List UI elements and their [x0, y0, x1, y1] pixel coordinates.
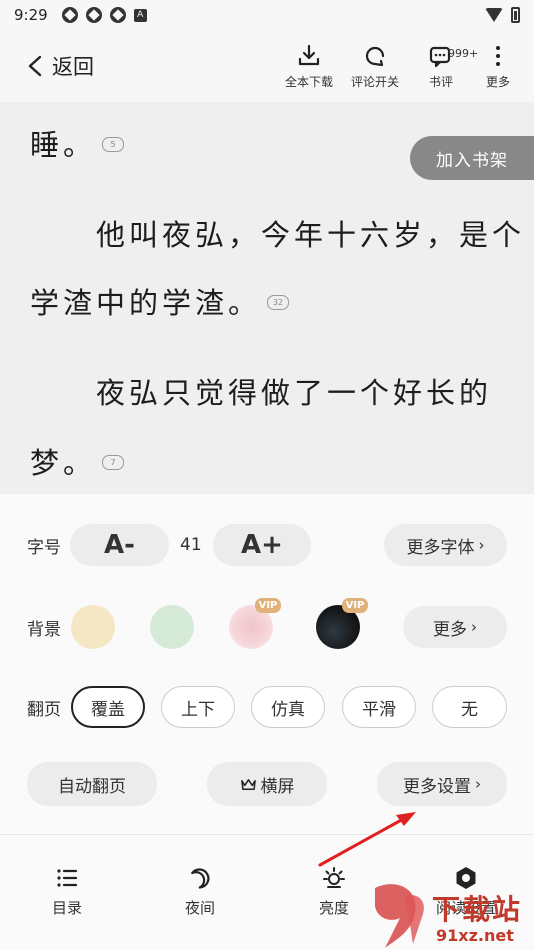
chevron-left-icon [28, 55, 42, 77]
battery-icon [511, 7, 520, 23]
background-swatch-yellow[interactable] [71, 605, 115, 649]
wifi-icon [485, 8, 503, 22]
reading-paragraph: 夜弘只觉得做了一个好长的 [30, 376, 493, 410]
page-turn-option-scroll[interactable]: 上下 [161, 686, 235, 728]
brightness-icon [323, 867, 345, 888]
font-size-row: 字号 A- 41 A+ 更多字体 › [0, 524, 534, 566]
page-turn-option-cover[interactable]: 覆盖 [71, 686, 145, 728]
comment-count-bubble[interactable]: 7 [102, 454, 125, 470]
reading-paragraph: 学渣中的学渣。 32 [30, 280, 290, 322]
font-increase-button[interactable]: A+ [213, 524, 311, 566]
download-all-label: 全本下载 [284, 74, 333, 89]
more-button[interactable]: 更多 [474, 43, 522, 90]
font-size-label: 字号 [27, 537, 61, 558]
status-time: 9:29 [14, 6, 48, 24]
watermark-text: 下载站 [432, 893, 523, 926]
notification-app-icon [85, 7, 102, 23]
nav-toc-label: 目录 [51, 899, 82, 917]
extras-row: 自动翻页 横屏 更多设置 › [0, 762, 534, 806]
reading-paragraph: 梦。 7 [30, 440, 125, 482]
page-turn-row: 翻页 覆盖 上下 仿真 平滑 无 [0, 686, 534, 728]
book-review-button[interactable]: 999+ 书评 [408, 43, 478, 90]
notification-a-icon: A [133, 8, 147, 22]
background-swatch-green[interactable] [150, 605, 194, 649]
book-review-label: 书评 [428, 74, 453, 89]
chevron-right-icon: › [478, 536, 485, 554]
reading-area[interactable]: 睡。 5 他叫夜弘，今年十六岁，是个 学渣中的学渣。 32 夜弘只觉得做了一个好长的… [0, 102, 534, 494]
top-bar: 返回 全本下载 评论开关 999+ 书评 更多 [0, 30, 534, 102]
back-label: 返回 [52, 55, 94, 79]
more-vertical-icon [496, 45, 500, 66]
nav-toc-button[interactable]: 目录 [27, 865, 107, 918]
download-all-button[interactable]: 全本下载 [276, 43, 342, 90]
comment-toggle-icon [365, 46, 385, 66]
comment-count-bubble[interactable]: 5 [102, 136, 125, 152]
font-decrease-button[interactable]: A- [70, 524, 169, 566]
page-turn-option-none[interactable]: 无 [432, 686, 507, 728]
background-label: 背景 [27, 619, 61, 640]
book-review-badge: 999+ [448, 46, 479, 60]
notification-app-icon [109, 7, 126, 23]
more-fonts-button[interactable]: 更多字体 › [384, 524, 507, 566]
comment-count-bubble[interactable]: 32 [267, 294, 290, 310]
status-bar: 9:29 A [0, 0, 534, 30]
page-turn-option-smooth[interactable]: 平滑 [342, 686, 416, 728]
chevron-right-icon: › [475, 775, 481, 793]
nav-brightness-label: 亮度 [318, 899, 349, 917]
comment-toggle-label: 评论开关 [350, 74, 399, 89]
nav-night-label: 夜间 [184, 899, 215, 917]
back-button[interactable]: 返回 [26, 51, 94, 81]
night-moon-icon [191, 868, 210, 889]
watermark-url: 91xz.net [436, 926, 514, 945]
reading-paragraph: 他叫夜弘，今年十六岁，是个 [30, 218, 526, 252]
more-label: 更多 [485, 74, 510, 89]
reading-settings-panel: 字号 A- 41 A+ 更多字体 › 背景 VIP VIP 更多 › 翻页 覆盖 上… [0, 494, 534, 834]
landscape-button[interactable]: 横屏 [207, 762, 327, 806]
background-row: 背景 VIP VIP 更多 › [0, 598, 534, 650]
crown-icon [240, 778, 256, 790]
reading-paragraph: 睡。 5 [30, 122, 125, 164]
page-turn-label: 翻页 [27, 699, 61, 720]
auto-turn-button[interactable]: 自动翻页 [27, 762, 157, 806]
vip-badge: VIP [342, 598, 368, 613]
notification-icons: A [61, 7, 147, 23]
comment-toggle-button[interactable]: 评论开关 [342, 43, 408, 90]
notification-app-icon [61, 7, 78, 23]
page-turn-option-simulate[interactable]: 仿真 [251, 686, 325, 728]
font-size-value: 41 [180, 535, 202, 555]
nav-brightness-button[interactable]: 亮度 [294, 865, 374, 918]
vip-badge: VIP [255, 598, 281, 613]
chevron-right-icon: › [471, 618, 477, 636]
add-to-shelf-button[interactable]: 加入书架 [410, 136, 534, 180]
toc-list-icon [57, 869, 78, 887]
more-settings-button[interactable]: 更多设置 › [377, 762, 507, 806]
download-icon [298, 44, 320, 65]
more-backgrounds-button[interactable]: 更多 › [403, 606, 507, 648]
nav-night-button[interactable]: 夜间 [160, 865, 240, 918]
